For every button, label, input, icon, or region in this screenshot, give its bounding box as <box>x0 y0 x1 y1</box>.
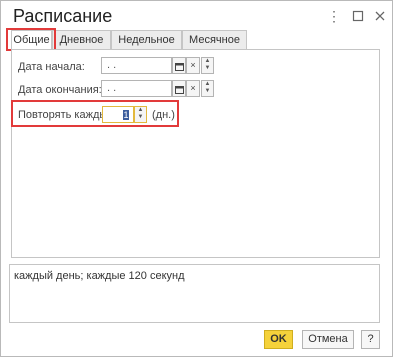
clear-icon[interactable]: × <box>186 80 200 97</box>
maximize-icon[interactable] <box>350 7 366 25</box>
tab-monthly[interactable]: Месячное <box>182 30 247 49</box>
spin-down-icon[interactable]: ▼ <box>202 65 213 72</box>
tab-weekly[interactable]: Недельное <box>111 30 182 49</box>
cancel-button[interactable]: Отмена <box>302 330 354 349</box>
repeat-value: 1 <box>123 110 129 120</box>
spin-up-icon[interactable]: ▲ <box>135 107 146 114</box>
summary-text: каждый день; каждые 120 секунд <box>14 270 185 282</box>
start-date-field[interactable]: . . <box>101 57 172 74</box>
end-date-spinner[interactable]: ▲ ▼ <box>201 80 214 97</box>
spin-down-icon[interactable]: ▼ <box>135 114 146 121</box>
start-date-value: . . <box>107 59 117 71</box>
repeat-input[interactable]: 1 <box>102 106 134 123</box>
calendar-icon[interactable] <box>172 57 186 74</box>
schedule-dialog: Расписание ⋮ Общие Дневное Недельное Мес… <box>0 0 393 357</box>
spin-up-icon[interactable]: ▲ <box>202 58 213 65</box>
dialog-title: Расписание <box>13 6 113 26</box>
start-date-spinner[interactable]: ▲ ▼ <box>201 57 214 74</box>
schedule-summary: каждый день; каждые 120 секунд <box>9 264 380 323</box>
ok-button[interactable]: OK <box>264 330 293 349</box>
end-date-field[interactable]: . . <box>101 80 172 97</box>
spin-up-icon[interactable]: ▲ <box>202 81 213 88</box>
start-date-label: Дата начала: <box>18 61 85 73</box>
more-vert-icon[interactable]: ⋮ <box>326 7 342 25</box>
calendar-icon[interactable] <box>172 80 186 97</box>
close-icon[interactable] <box>372 7 388 25</box>
repeat-unit-label: (дн.) <box>152 109 175 121</box>
repeat-spinner[interactable]: ▲ ▼ <box>134 106 147 123</box>
help-button[interactable]: ? <box>361 330 380 349</box>
end-date-label: Дата окончания: <box>18 84 102 96</box>
end-date-value: . . <box>107 82 117 94</box>
clear-icon[interactable]: × <box>186 57 200 74</box>
tab-daily[interactable]: Дневное <box>52 30 111 49</box>
spin-down-icon[interactable]: ▼ <box>202 88 213 95</box>
tab-general[interactable]: Общие <box>11 30 52 50</box>
